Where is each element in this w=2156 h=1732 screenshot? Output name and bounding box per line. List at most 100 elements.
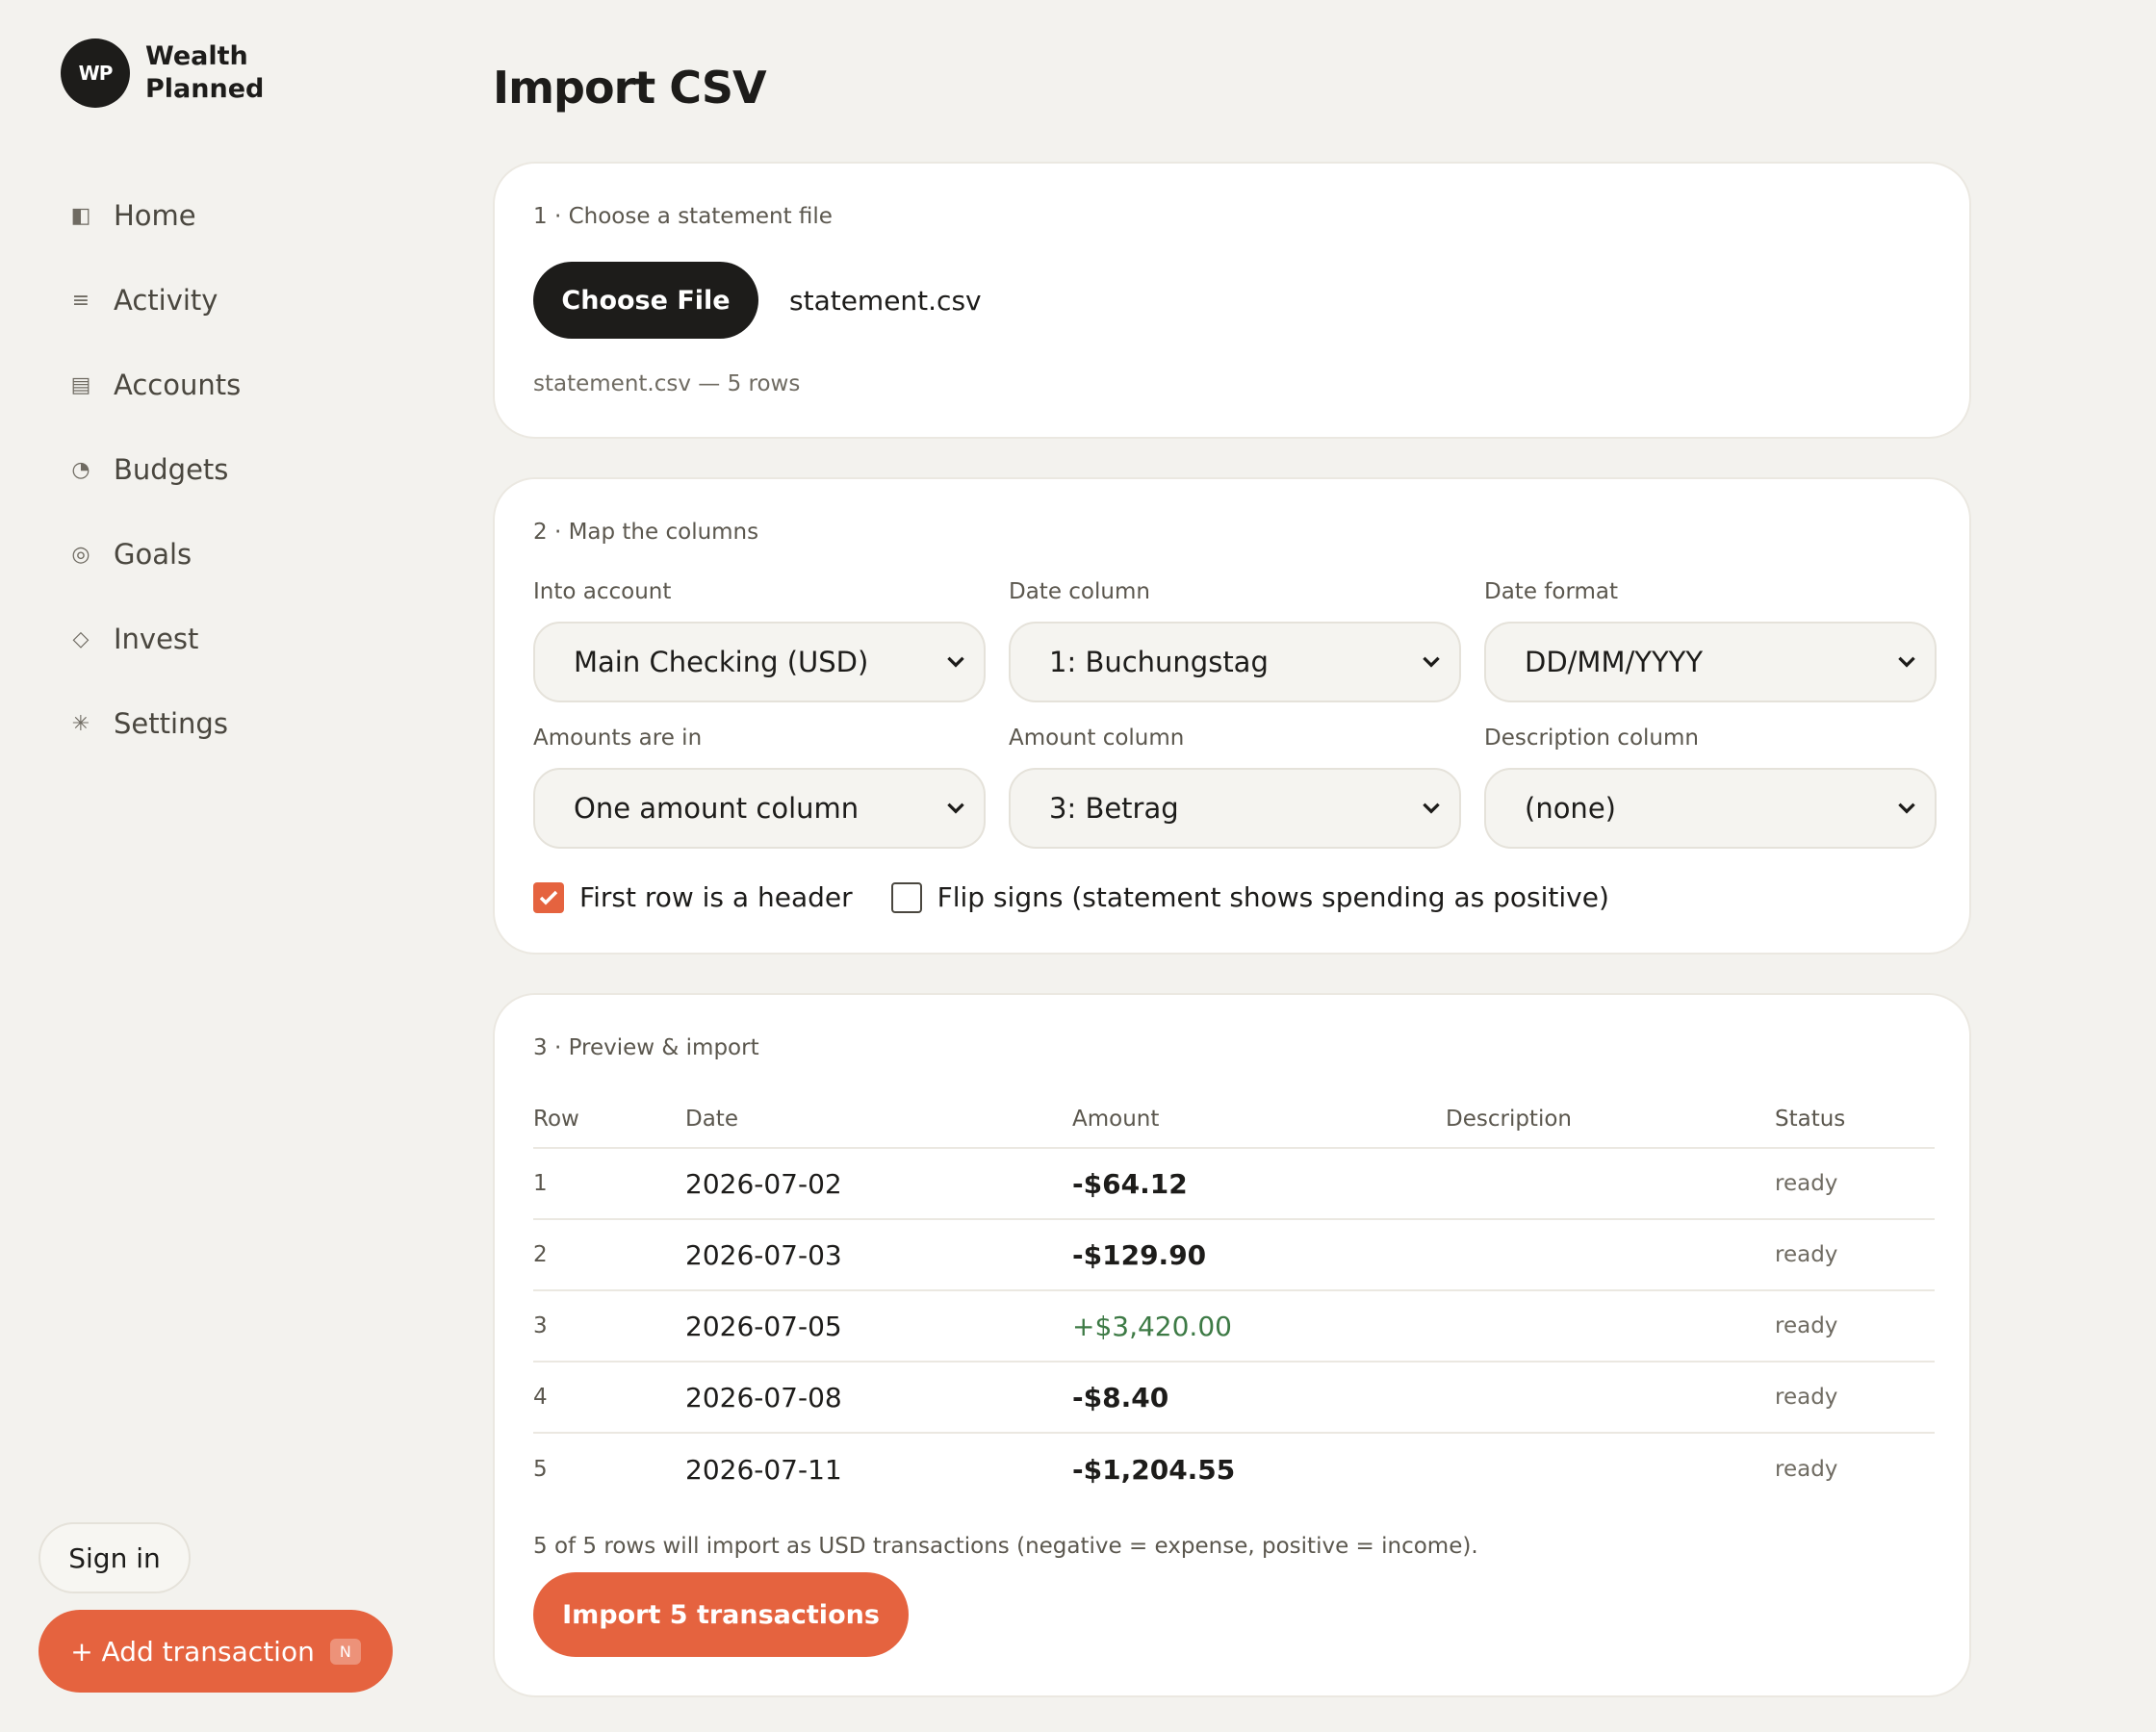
sidebar: WP Wealth Planned ◧ Home ≡ Activity ▤ Ac… [0, 0, 433, 1732]
target-icon: ◎ [71, 542, 90, 567]
row-date: 2026-07-08 [685, 1381, 842, 1414]
row-amount: -$64.12 [1072, 1167, 1188, 1200]
account-value: Main Checking (USD) [574, 646, 869, 678]
row-number: 4 [533, 1385, 548, 1410]
sidebar-item-activity[interactable]: ≡ Activity [67, 258, 241, 343]
date-format-select[interactable]: DD/MM/YYYY [1484, 622, 1937, 702]
row-status: ready [1775, 1242, 1838, 1267]
row-amount: -$8.40 [1072, 1381, 1169, 1414]
chevron-down-icon [1423, 656, 1440, 668]
date-format-label: Date format [1484, 579, 1619, 604]
row-date: 2026-07-03 [685, 1238, 842, 1271]
amount-column-select[interactable]: 3: Betrag [1009, 768, 1461, 849]
amounts-label: Amounts are in [533, 726, 703, 751]
row-amount: +$3,420.00 [1072, 1310, 1232, 1342]
sign-in-button[interactable]: Sign in [38, 1522, 191, 1593]
file-meta: statement.csv — 5 rows [533, 371, 801, 396]
chevron-down-icon [947, 656, 964, 668]
add-transaction-button[interactable]: + Add transaction N [38, 1610, 393, 1693]
home-icon: ◧ [70, 203, 91, 228]
shortcut-badge: N [329, 1638, 361, 1665]
table-row: 3 2026-07-05 +$3,420.00 ready [533, 1291, 1935, 1363]
chevron-down-icon [947, 802, 964, 814]
account-select[interactable]: Main Checking (USD) [533, 622, 986, 702]
column-header-date: Date [685, 1107, 738, 1132]
row-number: 2 [533, 1242, 548, 1267]
chevron-down-icon [1898, 802, 1915, 814]
sidebar-item-label: Invest [114, 623, 199, 655]
choose-file-button[interactable]: Choose File [533, 262, 758, 339]
row-status: ready [1775, 1313, 1838, 1338]
row-number: 5 [533, 1457, 548, 1482]
selected-file-name: statement.csv [789, 285, 982, 317]
pie-icon: ◔ [71, 457, 90, 482]
table-row: 4 2026-07-08 -$8.40 ready [533, 1363, 1935, 1434]
description-column-label: Description column [1484, 726, 1699, 751]
row-status: ready [1775, 1385, 1838, 1410]
row-amount: -$1,204.55 [1072, 1453, 1236, 1486]
table-header: Row Date Amount Description Status [533, 1091, 1935, 1149]
row-status: ready [1775, 1457, 1838, 1482]
header-checkbox[interactable] [533, 881, 564, 913]
row-date: 2026-07-11 [685, 1453, 842, 1486]
row-amount: -$129.90 [1072, 1238, 1207, 1271]
import-button[interactable]: Import 5 transactions [533, 1572, 909, 1657]
sidebar-item-home[interactable]: ◧ Home [67, 173, 241, 258]
table-row: 5 2026-07-11 -$1,204.55 ready [533, 1434, 1935, 1505]
flip-signs-checkbox[interactable] [890, 881, 922, 913]
sidebar-item-goals[interactable]: ◎ Goals [67, 512, 241, 597]
header-checkbox-label[interactable]: First row is a header [579, 881, 853, 913]
step1-card: 1 · Choose a statement file Choose File … [493, 162, 1971, 439]
brand[interactable]: WP Wealth Planned [61, 38, 280, 108]
sidebar-item-accounts[interactable]: ▤ Accounts [67, 343, 242, 427]
description-column-select[interactable]: (none) [1484, 768, 1937, 849]
chevron-down-icon [1423, 802, 1440, 814]
account-label: Into account [533, 579, 672, 604]
date-column-value: 1: Buchungstag [1049, 646, 1269, 678]
step2-title: 2 · Map the columns [533, 520, 759, 545]
date-column-label: Date column [1009, 579, 1150, 604]
sidebar-item-label: Settings [114, 707, 228, 740]
column-header-description: Description [1446, 1107, 1572, 1132]
sidebar-item-label: Activity [114, 284, 218, 317]
date-column-select[interactable]: 1: Buchungstag [1009, 622, 1461, 702]
step3-card: 3 · Preview & import Row Date Amount Des… [493, 993, 1971, 1697]
row-number: 1 [533, 1171, 548, 1196]
page-title: Import CSV [493, 62, 767, 114]
amount-column-value: 3: Betrag [1049, 792, 1179, 825]
amounts-select[interactable]: One amount column [533, 768, 986, 849]
gear-icon: ✳ [71, 711, 90, 736]
sidebar-item-label: Accounts [114, 369, 242, 401]
row-date: 2026-07-02 [685, 1167, 842, 1200]
diamond-icon: ◇ [72, 626, 90, 651]
table-row: 1 2026-07-02 -$64.12 ready [533, 1149, 1935, 1220]
brand-name: Wealth Planned [145, 41, 265, 104]
column-header-amount: Amount [1072, 1107, 1160, 1132]
sidebar-item-budgets[interactable]: ◔ Budgets [67, 427, 241, 512]
import-summary: 5 of 5 rows will import as USD transacti… [533, 1534, 1478, 1559]
sidebar-item-settings[interactable]: ✳ Settings [67, 681, 241, 766]
description-column-value: (none) [1525, 792, 1616, 825]
flip-signs-label[interactable]: Flip signs (statement shows spending as … [937, 881, 1609, 913]
row-date: 2026-07-05 [685, 1310, 842, 1342]
accounts-icon: ▤ [70, 372, 91, 397]
column-header-row: Row [533, 1107, 579, 1132]
column-header-status: Status [1775, 1107, 1846, 1132]
row-number: 3 [533, 1313, 548, 1338]
brand-logo: WP [61, 38, 130, 108]
sidebar-item-label: Budgets [114, 453, 229, 486]
sidebar-nav: ◧ Home ≡ Activity ▤ Accounts ◔ Budgets ◎… [67, 173, 242, 766]
amount-column-label: Amount column [1009, 726, 1185, 751]
check-icon [539, 890, 558, 904]
table-row: 2 2026-07-03 -$129.90 ready [533, 1220, 1935, 1291]
chevron-down-icon [1898, 656, 1915, 668]
options-row: First row is a header Flip signs (statem… [533, 881, 1609, 913]
list-icon: ≡ [71, 288, 90, 313]
step3-title: 3 · Preview & import [533, 1035, 759, 1060]
preview-table: Row Date Amount Description Status 1 202… [533, 1091, 1935, 1505]
sidebar-item-invest[interactable]: ◇ Invest [67, 597, 241, 681]
add-transaction-label: + Add transaction [70, 1635, 315, 1668]
sidebar-item-label: Home [114, 199, 196, 232]
date-format-value: DD/MM/YYYY [1525, 646, 1704, 678]
row-status: ready [1775, 1171, 1838, 1196]
